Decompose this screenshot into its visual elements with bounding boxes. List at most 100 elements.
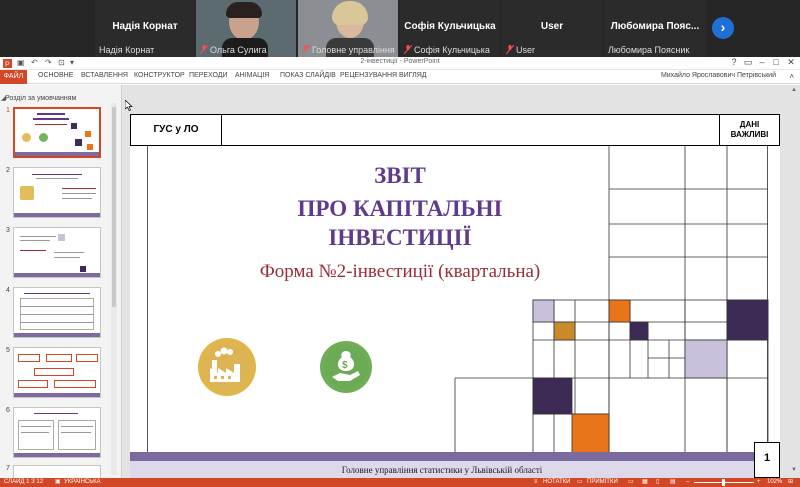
slide-thumbnail[interactable]	[13, 287, 101, 338]
ribbon-display-button[interactable]: ▭	[742, 57, 754, 68]
thumbnail-line	[62, 193, 96, 194]
thumbnail-square	[75, 139, 82, 146]
thumbnail-line	[21, 426, 51, 427]
slide-thumbnail[interactable]	[13, 347, 101, 398]
thumbnail-line	[61, 426, 93, 427]
help-button[interactable]: ?	[728, 57, 740, 67]
fit-slide-icon[interactable]: ⊞	[788, 478, 793, 487]
zoom-in-icon[interactable]: +	[757, 478, 761, 487]
slide-thumbnail[interactable]	[13, 107, 101, 158]
chevron-right-icon: ›	[720, 19, 726, 35]
slide-thumbnail[interactable]	[13, 465, 101, 478]
participant-name: Софія Кульчицька	[404, 21, 496, 32]
slide-thumbnail[interactable]	[13, 227, 101, 278]
slide-sorter-icon[interactable]: ▦	[642, 478, 648, 487]
notes-button[interactable]: НОТАТКИ	[543, 478, 570, 487]
next-participants-button[interactable]: ›	[712, 17, 734, 39]
collapse-ribbon-icon[interactable]: ˄	[789, 72, 794, 81]
slideshow-view-icon[interactable]: ▤	[670, 478, 676, 487]
participant-tile[interactable]: Софія Кульчицька Софія Кульчицька	[400, 0, 500, 57]
participant-video[interactable]: Головне управління ...	[298, 0, 398, 57]
tab-view[interactable]: ВИГЛЯД	[399, 72, 427, 79]
comments-icon: ▭	[577, 479, 583, 485]
thumbnail-title-line	[37, 113, 65, 115]
tab-home[interactable]: ОСНОВНЕ	[38, 72, 73, 79]
scroll-up-icon[interactable]: ▲	[791, 87, 797, 93]
thumbnail-square	[71, 123, 77, 129]
thumbnail-money-icon	[39, 133, 48, 142]
participant-video[interactable]: Ольга Сулига	[196, 0, 296, 57]
zoom-level[interactable]: 102%	[767, 478, 782, 487]
language-label[interactable]: УКРАЇНСЬКА	[64, 478, 101, 487]
thumbnail-line	[62, 198, 92, 199]
thumbnail-number: 1	[6, 107, 10, 114]
normal-view-icon[interactable]: ▭	[628, 478, 634, 487]
zoom-out-icon[interactable]: –	[686, 478, 689, 487]
participant-tile[interactable]: Любомира Пояс... Любомира Поясник	[604, 0, 706, 57]
thumbnail-line	[36, 178, 78, 179]
tab-file[interactable]: ФАЙЛ	[0, 70, 27, 84]
tab-slideshow[interactable]: ПОКАЗ СЛАЙДІВ	[280, 72, 336, 79]
account-user-name[interactable]: Михайло Ярославович Петрівський	[661, 72, 776, 79]
participant-tile[interactable]: User User	[502, 0, 602, 57]
slide-counter: СЛАЙД 1 З 12	[4, 479, 44, 485]
participant-label: Головне управління ...	[312, 45, 396, 55]
thumbnail-subtitle-line	[35, 124, 67, 125]
comments-button[interactable]: ПРИМІТКИ	[587, 478, 618, 487]
thumbnail-line	[61, 432, 91, 433]
thumbnail-number: 2	[6, 167, 10, 174]
thumbnail-line	[34, 413, 78, 414]
scrollbar-handle[interactable]	[112, 107, 116, 307]
spellcheck-icon[interactable]: ▣	[55, 478, 61, 487]
tab-design[interactable]: КОНСТРУКТОР	[134, 72, 185, 79]
factory-icon	[198, 338, 256, 396]
thumbnail-line	[24, 293, 90, 294]
maximize-button[interactable]: □	[770, 57, 782, 67]
tab-animations[interactable]: АНІМАЦІЯ	[235, 72, 269, 79]
participant-tile[interactable]: Надія Корнат Надія Корнат	[95, 0, 195, 57]
participant-label: Софія Кульчицька	[414, 45, 490, 55]
tab-review[interactable]: РЕЦЕНЗУВАННЯ	[340, 72, 397, 79]
thumbnail-image	[20, 186, 34, 200]
reading-view-icon[interactable]: ▯	[656, 478, 659, 487]
participant-label: Любомира Поясник	[608, 45, 690, 55]
thumbnail-line	[54, 252, 84, 253]
slide-page-number: 1	[754, 442, 780, 478]
participant-hair	[226, 2, 262, 18]
slide-title-line[interactable]: ЗВІТ	[250, 163, 550, 189]
slide-thumbnail[interactable]	[13, 167, 101, 218]
mic-muted-icon	[506, 45, 514, 54]
thumbnail-footer	[14, 213, 100, 217]
slide-footer-band: Головне управління статистики у Львівськ…	[130, 452, 754, 478]
slide-scrollbar[interactable]: ▲ ▼	[789, 85, 800, 478]
thumbnail-title-line	[33, 118, 69, 120]
slide-subtitle[interactable]: Форма №2-інвестиції (квартальна)	[170, 261, 630, 283]
slide-title-line[interactable]: ІНВЕСТИЦІЇ	[250, 225, 550, 251]
close-button[interactable]: ✕	[785, 57, 797, 68]
participant-name: Любомира Пояс...	[610, 21, 700, 32]
slide-thumbnail[interactable]	[13, 407, 101, 458]
factory-icon-glyph	[203, 343, 251, 391]
thumbnail-square	[85, 131, 91, 137]
scroll-down-icon[interactable]: ▼	[791, 467, 797, 473]
tab-insert[interactable]: ВСТАВЛЕННЯ	[81, 72, 128, 79]
section-label[interactable]: Розділ за умовчанням	[5, 95, 76, 102]
participant-label: Ольга Сулига	[210, 45, 267, 55]
thumbnail-factory-icon	[22, 133, 31, 142]
slide-footer-text[interactable]: Головне управління статистики у Львівськ…	[130, 465, 754, 475]
thumbnails-scrollbar[interactable]	[111, 103, 117, 475]
slide-title-line[interactable]: ПРО КАПІТАЛЬНІ	[250, 196, 550, 222]
thumbnail-box	[54, 380, 96, 388]
minimize-button[interactable]: –	[756, 57, 768, 67]
zoom-slider[interactable]	[694, 479, 754, 486]
slide-canvas[interactable]: ГУС у ЛО ДАНІ ВАЖЛИВІ ЗВІТ ПРО КАПІТАЛЬН…	[130, 114, 780, 478]
thumbnail-box	[76, 354, 98, 362]
thumbnail-square	[87, 144, 93, 150]
thumbnail-box	[46, 354, 72, 362]
thumbnail-number: 3	[6, 227, 10, 234]
tab-transitions[interactable]: ПЕРЕХОДИ	[189, 72, 228, 79]
thumbnail-line	[20, 236, 56, 237]
zoom-slider-thumb[interactable]	[722, 479, 725, 486]
thumbnail-line	[21, 432, 49, 433]
thumbnail-number: 7	[6, 465, 10, 472]
